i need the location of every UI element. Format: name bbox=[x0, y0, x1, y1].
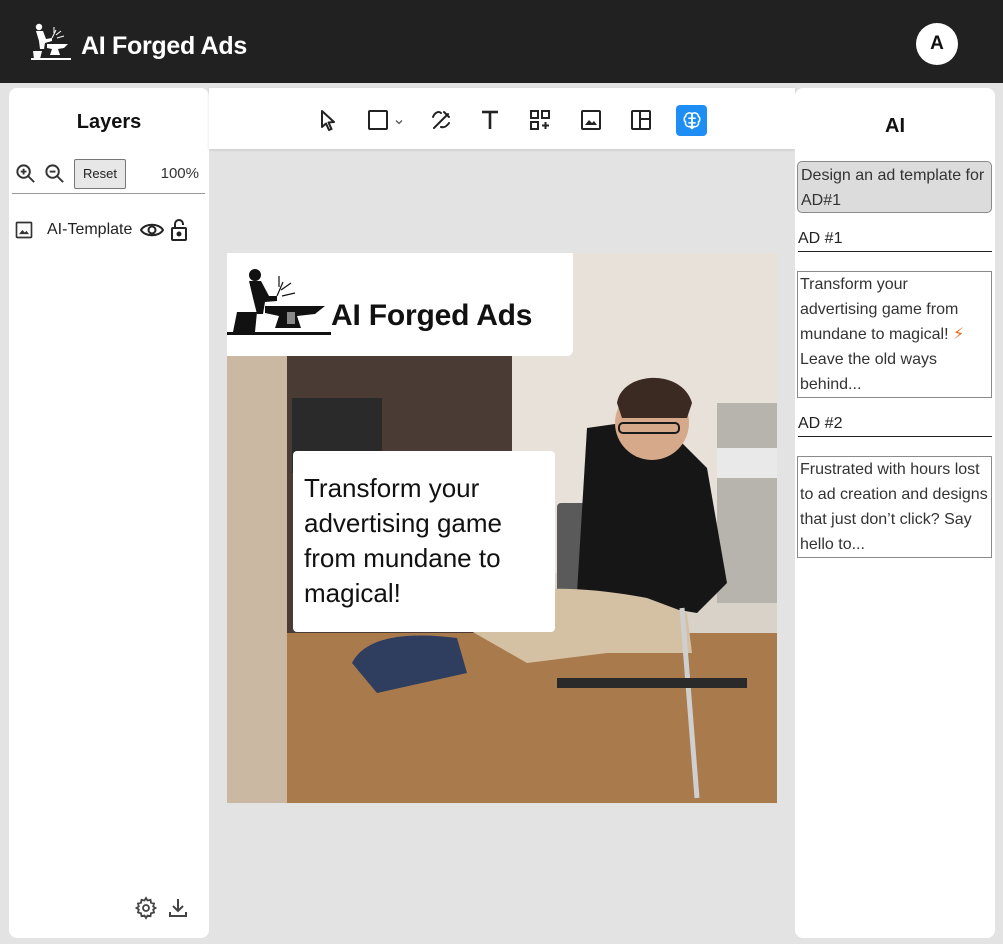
layers-panel: Layers Reset 100% AI-Template bbox=[9, 88, 209, 938]
download-icon[interactable] bbox=[166, 896, 190, 920]
ad-suggestion-2[interactable]: Frustrated with hours lost to ad creatio… bbox=[797, 456, 992, 558]
tool-image[interactable] bbox=[579, 108, 603, 132]
ai-brain-icon bbox=[682, 111, 701, 129]
ad-heading: AD #1 bbox=[798, 230, 992, 252]
tool-text[interactable] bbox=[478, 108, 502, 132]
ad-suggestion-text: Frustrated with hours lost to ad creatio… bbox=[800, 461, 988, 553]
magic-pen-icon bbox=[432, 111, 450, 129]
text-icon bbox=[482, 110, 498, 129]
tool-qrcode[interactable] bbox=[528, 108, 552, 132]
layers-title: Layers bbox=[76, 111, 142, 133]
blacksmith-logo-icon bbox=[31, 23, 71, 60]
ai-prompt-button[interactable]: Design an ad template for AD#1 bbox=[797, 161, 992, 213]
ad-heading: AD #2 bbox=[798, 415, 992, 437]
toolbar bbox=[209, 88, 795, 149]
image-icon bbox=[581, 110, 601, 130]
zoom-out-icon[interactable] bbox=[43, 162, 66, 185]
tool-layout[interactable] bbox=[629, 108, 653, 132]
ai-title: AI bbox=[885, 115, 905, 137]
layers-footer bbox=[134, 896, 190, 920]
tool-draw[interactable] bbox=[429, 108, 453, 132]
app-title: AI Forged Ads bbox=[81, 32, 248, 60]
zoom-controls: Reset 100% bbox=[12, 154, 205, 194]
settings-gear-icon[interactable] bbox=[134, 896, 158, 920]
image-layer-icon bbox=[15, 221, 33, 239]
chevron-down-icon bbox=[395, 120, 403, 125]
canvas-logo-text: AI Forged Ads bbox=[331, 299, 533, 332]
layer-item[interactable]: AI-Template bbox=[14, 216, 204, 244]
qr-code-icon bbox=[530, 110, 550, 130]
tool-select[interactable] bbox=[316, 108, 340, 132]
layout-icon bbox=[631, 110, 651, 130]
canvas-ad-text-card[interactable]: Transform your advertising game from mun… bbox=[293, 451, 555, 632]
eye-icon[interactable] bbox=[139, 220, 165, 240]
zoom-in-icon[interactable] bbox=[14, 162, 37, 185]
top-bar: AI Forged Ads A bbox=[0, 0, 1003, 83]
ai-panel: AI Design an ad template for AD#1 AD #1 … bbox=[795, 88, 995, 938]
layer-label: AI-Template bbox=[47, 221, 133, 238]
brand[interactable]: AI Forged Ads bbox=[30, 0, 247, 83]
lightning-emoji: ⚡ bbox=[952, 326, 965, 343]
ad-suggestion-1[interactable]: Transform your advertising game from mun… bbox=[797, 271, 992, 398]
ad-suggestion-text-continued: Leave the old ways behind... bbox=[800, 351, 937, 393]
reset-zoom-button[interactable]: Reset bbox=[74, 158, 126, 189]
tool-rectangle[interactable] bbox=[366, 108, 390, 132]
canvas-logo-card[interactable]: AI Forged Ads bbox=[227, 253, 573, 356]
zoom-level: 100% bbox=[160, 165, 199, 182]
user-avatar[interactable]: A bbox=[916, 23, 958, 65]
canvas-ad-text: Transform your advertising game from mun… bbox=[304, 473, 502, 608]
rectangle-icon bbox=[368, 110, 388, 130]
tool-ai[interactable] bbox=[676, 105, 707, 136]
blacksmith-logo-icon bbox=[227, 269, 331, 335]
ad-suggestion-text: Transform your advertising game from mun… bbox=[800, 276, 959, 343]
ad-canvas[interactable]: AI Forged Ads Transform your advertising… bbox=[227, 253, 777, 803]
shape-dropdown[interactable] bbox=[394, 114, 404, 125]
select-icon bbox=[321, 110, 335, 131]
unlock-icon[interactable] bbox=[169, 218, 189, 242]
